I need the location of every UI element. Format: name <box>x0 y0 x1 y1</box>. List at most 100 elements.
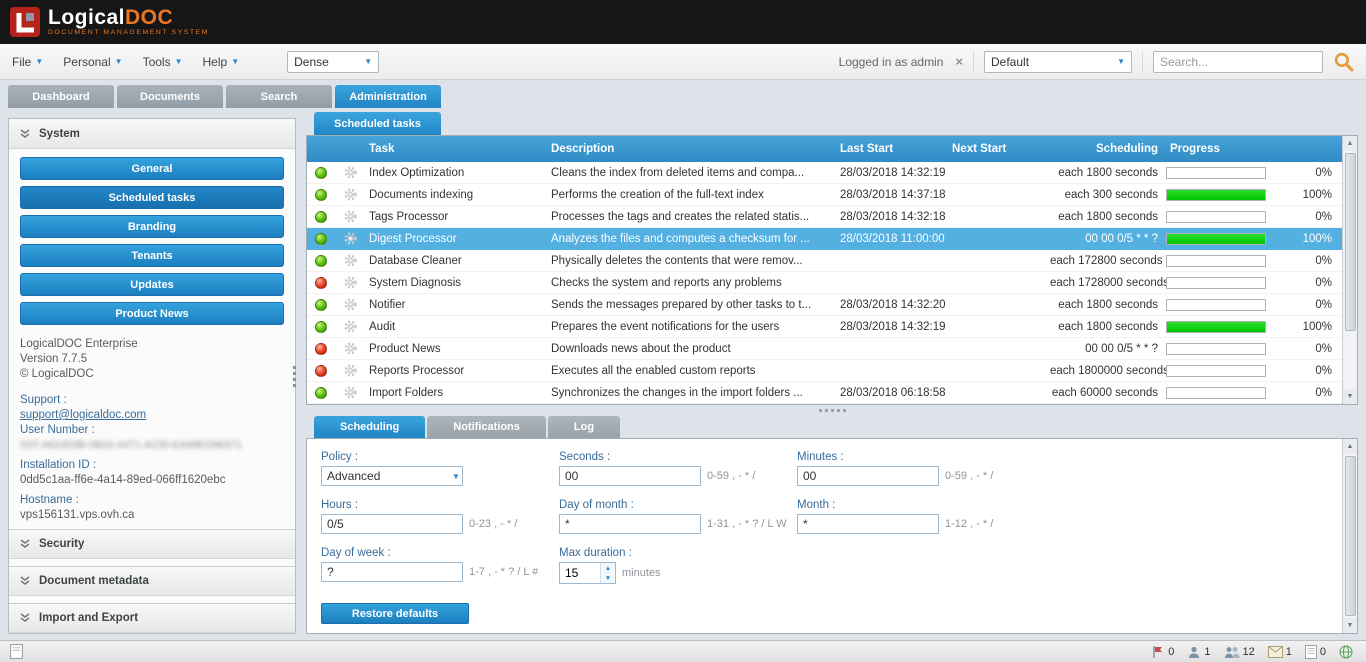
seconds-label: Seconds : <box>559 451 797 463</box>
sidebar-button[interactable]: Updates <box>20 273 284 296</box>
task-progress-percent: 0% <box>1284 167 1342 179</box>
task-scheduling: each 172800 seconds <box>1050 255 1166 267</box>
scrollbar-thumb[interactable] <box>1345 456 1356 616</box>
status-document-indicator[interactable]: 0 <box>1305 645 1326 659</box>
brand-accent: DOC <box>125 6 173 29</box>
scroll-up-arrow[interactable]: ▲ <box>1343 136 1357 151</box>
double-chevron-down-icon <box>20 576 30 586</box>
support-email-link[interactable]: support@logicaldoc.com <box>20 409 146 421</box>
table-row[interactable]: System Diagnosis Checks the system and r… <box>307 272 1342 294</box>
status-user-indicator[interactable]: 1 <box>1187 645 1210 659</box>
main-tab-label: Dashboard <box>32 91 89 103</box>
workspace-select[interactable]: Default ▼ <box>984 51 1132 73</box>
sidebar-button-label: Updates <box>130 279 173 291</box>
table-scrollbar: ▲ ▼ <box>1342 136 1357 404</box>
sidebar-section-document-metadata[interactable]: Document metadata <box>9 566 295 596</box>
menu-item[interactable]: Personal ▼ <box>63 55 122 69</box>
document-icon <box>1305 645 1317 659</box>
minutes-input[interactable] <box>797 466 939 486</box>
seconds-input[interactable] <box>559 466 701 486</box>
scroll-down-arrow[interactable]: ▼ <box>1343 389 1357 404</box>
double-chevron-down-icon <box>20 129 30 139</box>
search-input[interactable] <box>1160 55 1316 69</box>
day-of-week-input[interactable] <box>321 562 463 582</box>
horizontal-splitter[interactable] <box>306 405 1358 416</box>
day-of-month-input[interactable] <box>559 514 701 534</box>
logged-in-text: Logged in as admin <box>839 55 944 69</box>
stepper-up-icon[interactable]: ▲ <box>601 563 615 573</box>
main-tab[interactable]: Dashboard <box>8 85 114 108</box>
menu-item[interactable]: Tools ▼ <box>143 55 183 69</box>
gear-icon <box>344 386 357 399</box>
sidebar-resize-handle[interactable] <box>293 366 296 387</box>
table-row[interactable]: Reports Processor Executes all the enabl… <box>307 360 1342 382</box>
stepper-down-icon[interactable]: ▼ <box>601 573 615 583</box>
detail-tab[interactable]: Log <box>548 416 620 438</box>
installation-id-label: Installation ID : <box>20 458 284 473</box>
detail-tab[interactable]: Scheduling <box>314 416 425 438</box>
table-row[interactable]: Import Folders Synchronizes the changes … <box>307 382 1342 404</box>
table-row[interactable]: Documents indexing Performs the creation… <box>307 184 1342 206</box>
restore-defaults-button[interactable]: Restore defaults <box>321 603 469 624</box>
status-count: 12 <box>1243 646 1255 658</box>
status-icon <box>315 387 327 399</box>
status-users-indicator[interactable]: 12 <box>1224 645 1255 659</box>
table-row[interactable]: Index Optimization Cleans the index from… <box>307 162 1342 184</box>
col-progress: Progress <box>1166 143 1284 155</box>
main-tab-bar: Dashboard Documents Search Administratio… <box>0 80 1366 108</box>
table-row[interactable]: Audit Prepares the event notifications f… <box>307 316 1342 338</box>
tasks-table: Task Description Last Start Next Start S… <box>306 135 1358 405</box>
status-flag-indicator[interactable]: 0 <box>1151 645 1174 659</box>
table-row[interactable]: Tags Processor Processes the tags and cr… <box>307 206 1342 228</box>
menu-item[interactable]: File ▼ <box>12 55 43 69</box>
max-duration-input[interactable] <box>560 563 600 583</box>
logout-close-icon[interactable]: × <box>955 54 963 69</box>
progress-bar <box>1166 299 1266 311</box>
hours-input[interactable] <box>321 514 463 534</box>
status-icon <box>315 189 327 201</box>
status-mail-indicator[interactable]: 1 <box>1268 646 1292 658</box>
density-select[interactable]: Dense ▼ <box>287 51 379 73</box>
gear-icon <box>344 166 357 179</box>
task-description: Cleans the index from deleted items and … <box>547 167 840 179</box>
support-label: Support : <box>20 393 284 408</box>
main-tab[interactable]: Administration <box>335 85 441 108</box>
search-icon[interactable] <box>1333 51 1354 72</box>
task-name: Tags Processor <box>365 211 547 223</box>
sidebar-section-system[interactable]: System <box>9 119 295 149</box>
scroll-up-arrow[interactable]: ▲ <box>1343 439 1357 454</box>
mail-icon <box>1268 646 1283 658</box>
sidebar-button[interactable]: Product News <box>20 302 284 325</box>
table-row[interactable]: Database Cleaner Physically deletes the … <box>307 250 1342 272</box>
logo-text: LogicalDOC DOCUMENT MANAGEMENT SYSTEM <box>48 8 209 36</box>
table-row[interactable]: Notifier Sends the messages prepared by … <box>307 294 1342 316</box>
scrollbar-thumb[interactable] <box>1345 153 1356 331</box>
task-description: Analyzes the files and computes a checks… <box>547 233 840 245</box>
menu-item[interactable]: Help ▼ <box>203 55 240 69</box>
main-tab[interactable]: Search <box>226 85 332 108</box>
task-last-start: 28/03/2018 06:18:58 <box>840 387 952 399</box>
task-last-start: 28/03/2018 11:00:00 <box>840 233 952 245</box>
sidebar-button[interactable]: Tenants <box>20 244 284 267</box>
double-chevron-down-icon <box>20 539 30 549</box>
policy-select[interactable]: Advanced ▼ <box>321 466 463 486</box>
table-row[interactable]: Digest Processor Analyzes the files and … <box>307 228 1342 250</box>
task-last-start: 28/03/2018 14:32:19 <box>840 321 952 333</box>
sidebar-button[interactable]: Scheduled tasks <box>20 186 284 209</box>
table-row[interactable]: Product News Downloads news about the pr… <box>307 338 1342 360</box>
status-icon <box>315 167 327 179</box>
scroll-down-arrow[interactable]: ▼ <box>1343 618 1357 633</box>
status-icon <box>315 299 327 311</box>
sidebar-button[interactable]: Branding <box>20 215 284 238</box>
sidebar-button[interactable]: General <box>20 157 284 180</box>
detail-tab[interactable]: Notifications <box>427 416 546 438</box>
month-hint: 1-12 , - * / <box>945 518 993 530</box>
sidebar-section-import-export[interactable]: Import and Export <box>9 603 295 633</box>
main-tab[interactable]: Documents <box>117 85 223 108</box>
col-next-start: Next Start <box>952 143 1050 155</box>
status-session-indicator[interactable] <box>1339 645 1356 659</box>
month-input[interactable] <box>797 514 939 534</box>
sidebar-section-security[interactable]: Security <box>9 529 295 559</box>
detail-tab-label: Scheduling <box>340 421 399 433</box>
tab-scheduled-tasks[interactable]: Scheduled tasks <box>314 112 441 135</box>
